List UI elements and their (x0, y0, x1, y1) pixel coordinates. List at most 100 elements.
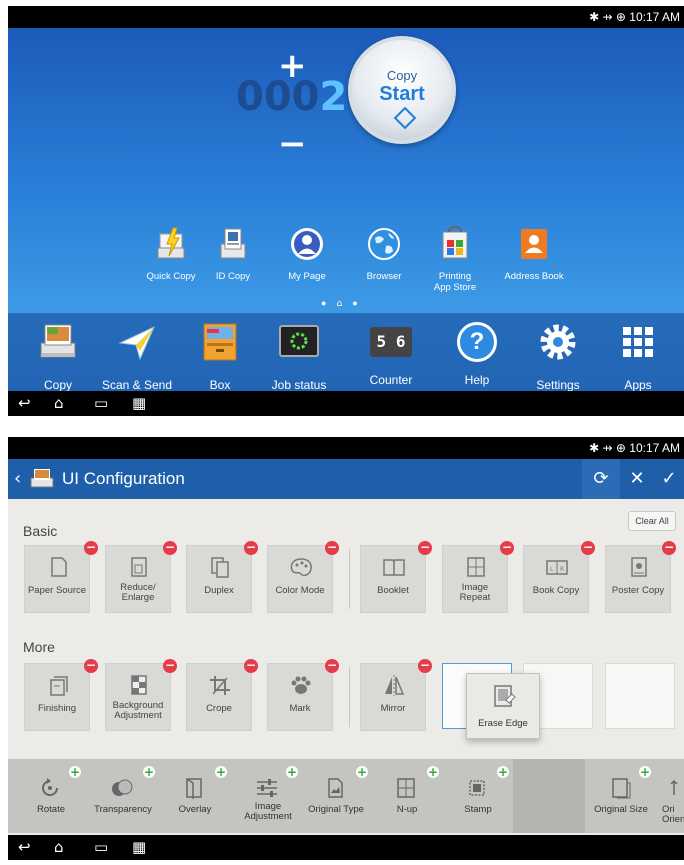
dragging-tile-erase-edge[interactable]: Erase Edge (466, 673, 540, 739)
feature-tile-reduce-enlarge[interactable]: Reduce/ Enlarge (105, 545, 171, 613)
feature-tile-booklet[interactable]: Booklet (360, 545, 426, 613)
feature-tile-paper-source[interactable]: Paper Source (24, 545, 90, 613)
feature-tile-mirror[interactable]: Mirror (360, 663, 426, 731)
recent-apps-icon[interactable]: ▭ (94, 393, 108, 413)
feature-tile-color-mode[interactable]: Color Mode (267, 545, 333, 613)
shortcut-browser[interactable]: Browser (349, 226, 419, 282)
add-badge[interactable]: + (426, 765, 440, 779)
add-badge[interactable]: + (355, 765, 369, 779)
dock-settings[interactable]: Settings (520, 317, 596, 392)
page-dot[interactable]: ● (352, 298, 357, 308)
remove-badge[interactable]: − (84, 541, 98, 555)
quick-copy-icon (157, 227, 185, 259)
decrease-copies-button[interactable]: − (278, 124, 307, 164)
dock-help[interactable]: ? Help (439, 317, 515, 387)
usb-icon: ⇸ (602, 10, 613, 24)
shortcut-quick-copy[interactable]: Quick Copy (136, 226, 206, 282)
empty-slot[interactable] (605, 663, 675, 729)
check-icon[interactable]: ✓ (650, 459, 684, 499)
tile-label: Paper Source (27, 585, 87, 596)
remove-badge[interactable]: − (163, 541, 177, 555)
feature-tile-mark[interactable]: Mark (267, 663, 333, 731)
shortcut-label: Quick Copy (146, 271, 196, 282)
remove-badge[interactable]: − (244, 659, 258, 673)
add-badge[interactable]: + (68, 765, 82, 779)
address-book-icon (521, 229, 547, 259)
remove-badge[interactable]: − (418, 659, 432, 673)
status-bar: ✱ ⇸ ⊕ 10:17 AM (8, 437, 684, 459)
remove-badge[interactable]: − (84, 659, 98, 673)
remove-badge[interactable]: − (325, 659, 339, 673)
back-icon[interactable]: ↩ (18, 393, 31, 413)
page-indicator[interactable]: ● ⌂ ● (321, 298, 358, 309)
user-icon (291, 228, 323, 260)
tile-label: Color Mode (275, 585, 325, 596)
remove-badge[interactable]: − (662, 541, 676, 555)
shortcut-id-copy[interactable]: ID Copy (198, 226, 268, 282)
mirror-icon (385, 675, 405, 696)
remove-badge[interactable]: − (163, 659, 177, 673)
remove-badge[interactable]: − (581, 541, 595, 555)
dock-job-status[interactable]: Job status (261, 317, 337, 392)
feature-tile-poster-copy[interactable]: Poster Copy (605, 545, 671, 613)
feature-tile-duplex[interactable]: Duplex (186, 545, 252, 613)
tray-item-original-orientation[interactable]: Ori Orien (656, 767, 684, 829)
clear-all-button[interactable]: Clear All (628, 511, 676, 531)
start-button-caption: Copy (386, 68, 418, 83)
add-badge[interactable]: + (285, 765, 299, 779)
add-badge[interactable]: + (214, 765, 228, 779)
bluetooth-icon: ✱ (589, 10, 600, 24)
remove-badge[interactable]: − (244, 541, 258, 555)
shortcut-label: Printing App Store (433, 271, 477, 293)
feature-tile-background-adjustment[interactable]: Background Adjustment (105, 663, 171, 731)
remove-badge[interactable]: − (500, 541, 514, 555)
box-icon (203, 323, 237, 361)
tile-label: Overlay (178, 804, 212, 815)
apps-grid-icon[interactable]: ▦ (132, 837, 146, 857)
tile-label: Image Repeat (459, 582, 491, 603)
dock-scan-send[interactable]: Scan & Send (99, 317, 175, 392)
home-icon[interactable]: ⌂ (54, 837, 64, 857)
apps-grid-icon[interactable]: ▦ (132, 393, 146, 413)
tile-label: Booklet (377, 585, 409, 596)
feature-tile-book-copy[interactable]: LR Book Copy (523, 545, 589, 613)
tile-label: Rotate (37, 804, 65, 815)
remove-badge[interactable]: − (418, 541, 432, 555)
shortcut-printing-app-store[interactable]: Printing App Store (420, 225, 490, 293)
apps-grid-icon (623, 327, 653, 357)
tile-label: Mirror (380, 703, 406, 714)
dock-box[interactable]: Box (182, 317, 258, 392)
add-badge[interactable]: + (496, 765, 510, 779)
feature-tile-crope[interactable]: Crope (186, 663, 252, 731)
back-icon[interactable]: ↩ (18, 837, 31, 857)
dock-counter[interactable]: 5 6 Counter (353, 317, 429, 387)
tile-label: Image Adjustment (244, 801, 292, 822)
dock-label: Scan & Send (101, 378, 173, 392)
app-store-icon (442, 225, 468, 259)
copy-icon (40, 324, 76, 358)
feature-tile-finishing[interactable]: Finishing (24, 663, 90, 731)
tile-label: Background Adjustment (112, 700, 164, 721)
add-badge[interactable]: + (638, 765, 652, 779)
home-page-icon[interactable]: ⌂ (336, 299, 342, 309)
refresh-icon[interactable]: ⟳ (582, 459, 620, 499)
paper-plane-icon (118, 325, 155, 361)
gear-icon (540, 324, 576, 360)
back-chevron-icon[interactable]: ‹ (14, 468, 21, 489)
home-icon[interactable]: ⌂ (54, 393, 64, 413)
orientation-icon (670, 779, 678, 795)
dock-apps[interactable]: Apps (600, 317, 676, 392)
copy-start-button[interactable]: Copy Start (348, 36, 456, 144)
recent-apps-icon[interactable]: ▭ (94, 837, 108, 857)
add-badge[interactable]: + (142, 765, 156, 779)
group-divider (349, 667, 350, 727)
shortcut-address-book[interactable]: Address Book (499, 226, 569, 282)
shortcut-my-page[interactable]: My Page (272, 226, 342, 282)
tile-label: Ori Orien (662, 804, 684, 825)
dock-copy[interactable]: Copy (20, 317, 96, 392)
tray-empty-gap (513, 759, 585, 833)
page-dot[interactable]: ● (321, 298, 326, 308)
feature-tile-image-repeat[interactable]: Image Repeat (442, 545, 508, 613)
remove-badge[interactable]: − (325, 541, 339, 555)
stamp-icon (469, 780, 485, 796)
